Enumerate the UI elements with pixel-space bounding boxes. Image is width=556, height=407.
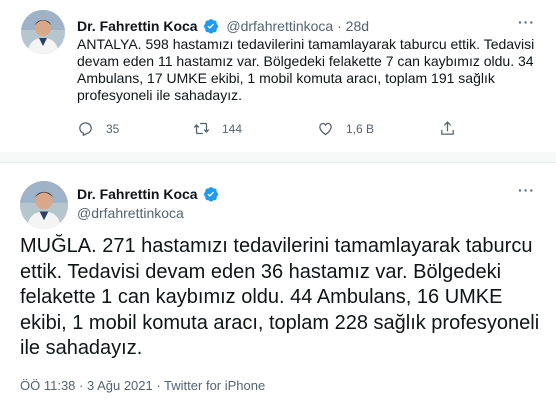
avatar[interactable] (21, 10, 65, 54)
tweet-age[interactable]: 28d (346, 18, 369, 34)
reply-button[interactable]: 35 (77, 120, 119, 137)
tweet-text: MUĞLA. 271 hastamızı tedavilerini tamaml… (20, 235, 540, 360)
more-icon[interactable]: ··· (518, 182, 535, 198)
reply-icon (79, 122, 92, 137)
tweet-compact[interactable]: Dr. Fahrettin Koca @drfahrettinkoca · 28… (0, 0, 556, 153)
verified-badge-icon (204, 19, 219, 34)
tweet-divider (0, 152, 556, 163)
verified-badge-icon (204, 187, 219, 202)
author-handle[interactable]: @drfahrettinkoca (226, 18, 333, 34)
like-icon (319, 122, 332, 136)
retweet-button[interactable]: 144 (193, 120, 242, 137)
tweet-detail: Dr. Fahrettin Koca @drfahrettinkoca ··· … (0, 163, 556, 407)
header-separator: · (337, 18, 342, 34)
author-handle[interactable]: @drfahrettinkoca (77, 205, 184, 221)
share-icon (441, 121, 454, 135)
retweet-icon (193, 122, 210, 135)
author-name-row: Dr. Fahrettin Koca (77, 186, 222, 202)
avatar-image (20, 181, 68, 229)
avatar-image (21, 10, 65, 54)
reply-count: 35 (106, 121, 120, 136)
avatar[interactable] (20, 181, 68, 229)
author-name[interactable]: Dr. Fahrettin Koca (77, 18, 198, 34)
like-count: 1,6 B (346, 121, 375, 136)
retweet-count: 144 (222, 121, 243, 136)
share-button[interactable] (439, 120, 456, 137)
tweet-timestamp-source[interactable]: ÖÖ 11:38 · 3 Ağu 2021 · Twitter for iPho… (20, 378, 265, 393)
tweet-text: ANTALYA. 598 hastamızı tedavilerini tama… (77, 36, 535, 103)
tweet-actions: 35 144 1,6 B (77, 120, 507, 140)
more-icon[interactable]: ··· (518, 14, 535, 30)
tweet-header: Dr. Fahrettin Koca @drfahrettinkoca · 28… (77, 17, 369, 35)
author-name[interactable]: Dr. Fahrettin Koca (77, 186, 198, 202)
like-button[interactable]: 1,6 B (317, 120, 374, 137)
